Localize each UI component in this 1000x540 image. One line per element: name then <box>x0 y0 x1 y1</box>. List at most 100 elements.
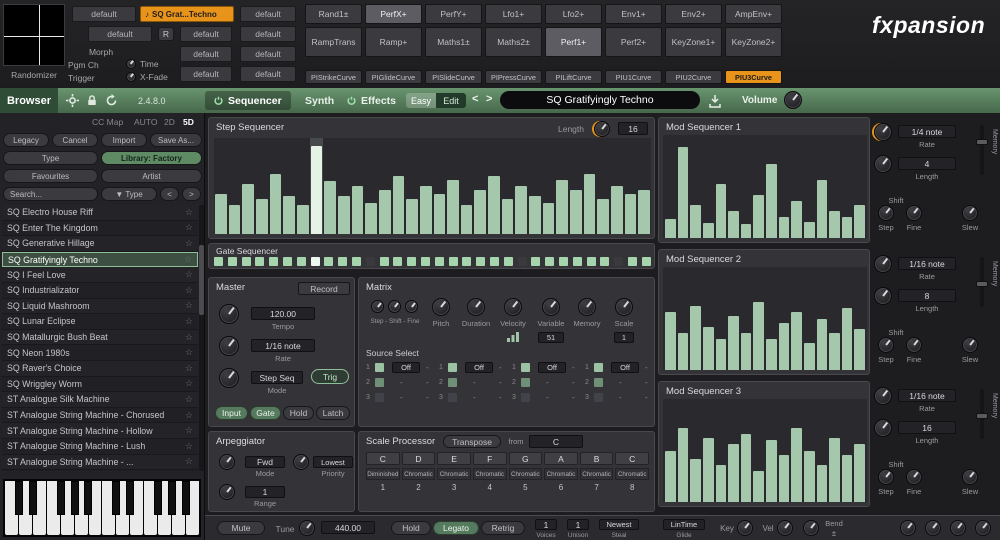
step-bar[interactable] <box>256 199 268 234</box>
favourite-star-icon[interactable]: ☆ <box>185 238 193 249</box>
mod-bar[interactable] <box>728 316 739 370</box>
gate-step[interactable] <box>628 257 637 266</box>
variable-value[interactable]: 51 <box>538 332 564 343</box>
favourites-tab[interactable]: Favourites <box>3 169 98 183</box>
step-knob[interactable] <box>878 469 894 485</box>
mod-bar[interactable] <box>753 195 764 238</box>
gate-step[interactable] <box>366 257 375 266</box>
mod-bar[interactable] <box>804 451 815 503</box>
mod-source-lfo2[interactable]: Lfo2+ <box>545 4 602 24</box>
slot-default-7[interactable]: default <box>240 26 296 42</box>
scale-note[interactable]: A <box>544 452 578 465</box>
scale-note[interactable]: B <box>580 452 614 465</box>
mod-bar[interactable] <box>678 333 689 370</box>
input-button[interactable]: Input <box>215 406 248 420</box>
unison-value[interactable]: 1 <box>567 519 589 530</box>
favourite-star-icon[interactable]: ☆ <box>185 269 193 280</box>
tempo-knob[interactable] <box>219 304 239 324</box>
gate-step[interactable] <box>242 257 251 266</box>
step-bar[interactable] <box>229 205 241 234</box>
mod-source-rand1[interactable]: Rand1± <box>305 4 362 24</box>
source-cell[interactable] <box>375 393 384 402</box>
gate-step[interactable] <box>311 257 320 266</box>
gate-step[interactable] <box>545 257 554 266</box>
piano-black-key[interactable] <box>57 481 65 515</box>
step-bar[interactable] <box>474 190 486 234</box>
step-bar[interactable] <box>584 174 596 234</box>
source-select-value[interactable]: Off <box>538 362 566 373</box>
preset-list-item[interactable]: ST Analogue String Machine - ...☆ <box>2 455 198 471</box>
preset-list-item[interactable]: SQ Enter The Kingdom☆ <box>2 221 198 237</box>
mod-source-env2[interactable]: Env2+ <box>665 4 722 24</box>
prev-page-button[interactable]: < <box>160 187 179 201</box>
key-knob[interactable] <box>737 520 753 536</box>
matrix-velocity-knob[interactable] <box>504 298 522 316</box>
memory-slider-thumb[interactable] <box>976 281 988 287</box>
step-bar[interactable] <box>297 205 309 234</box>
mode-2d-label[interactable]: 2D <box>164 117 175 127</box>
memory-slider-thumb[interactable] <box>976 139 988 145</box>
preset-list-item[interactable]: SQ Gratifyingly Techno☆ <box>2 252 198 268</box>
mod-bar[interactable] <box>678 428 689 502</box>
mod-source-perf2[interactable]: Perf2+ <box>605 27 662 57</box>
mod-bar[interactable] <box>779 217 790 238</box>
prev-preset-button[interactable]: < <box>472 93 478 105</box>
mod-bar[interactable] <box>791 312 802 370</box>
mod-bar[interactable] <box>804 343 815 370</box>
mod-bar[interactable] <box>842 308 853 370</box>
macro-knob-3[interactable] <box>950 520 966 536</box>
favourite-star-icon[interactable]: ☆ <box>185 347 193 358</box>
mod-bar[interactable] <box>741 333 752 370</box>
source-select-value[interactable]: Off <box>392 362 420 373</box>
source-cell[interactable] <box>521 378 530 387</box>
mod-bar[interactable] <box>829 333 840 370</box>
mod-bar[interactable] <box>703 327 714 370</box>
voices-value[interactable]: 1 <box>535 519 557 530</box>
source-cell[interactable] <box>448 363 457 372</box>
vel-knob[interactable] <box>777 520 793 536</box>
mod-bar[interactable] <box>728 444 739 502</box>
rate-knob[interactable] <box>219 336 239 356</box>
mod-bar[interactable] <box>703 438 714 502</box>
favourite-star-icon[interactable]: ☆ <box>185 378 193 389</box>
preset-list-item[interactable]: SQ Industrializator☆ <box>2 283 198 299</box>
source-cell[interactable] <box>448 378 457 387</box>
arp-mode-knob[interactable] <box>219 454 235 470</box>
step-bar[interactable] <box>379 190 391 234</box>
mod-source-ramptrans[interactable]: RampTrans <box>305 27 362 57</box>
save-preset-icon[interactable] <box>708 94 721 107</box>
mod-bar[interactable] <box>804 222 815 238</box>
step-bar[interactable] <box>338 196 350 234</box>
fine-knob[interactable] <box>906 205 922 221</box>
mod-bar[interactable] <box>817 180 828 238</box>
mod-source-keyzone1[interactable]: KeyZone1+ <box>665 27 722 57</box>
source-cell[interactable] <box>594 393 603 402</box>
step-bar[interactable] <box>461 205 473 234</box>
mod-bar[interactable] <box>753 471 764 502</box>
mod-bar[interactable] <box>791 201 802 238</box>
morph-time-knob[interactable] <box>126 59 136 69</box>
hold-mode-button[interactable]: Hold <box>391 521 431 535</box>
latch-button[interactable]: Latch <box>316 406 350 420</box>
mod-bar[interactable] <box>791 428 802 502</box>
step-knob[interactable] <box>878 337 894 353</box>
gate-step[interactable] <box>255 257 264 266</box>
slot-default-8[interactable]: default <box>240 46 296 62</box>
mod-source-pistrikecurve[interactable]: PIStrikeCurve <box>305 70 362 84</box>
mod-bar[interactable] <box>766 339 777 370</box>
gate-step-row[interactable] <box>214 257 651 266</box>
macro-knob-1[interactable] <box>900 520 916 536</box>
type-tab[interactable]: Type <box>3 151 98 165</box>
gate-step[interactable] <box>407 257 416 266</box>
source-cell[interactable] <box>521 393 530 402</box>
type-filter-dropdown[interactable]: ▼ Type <box>101 187 157 201</box>
step-bar[interactable] <box>215 194 227 234</box>
fine-knob[interactable] <box>906 469 922 485</box>
search-input[interactable]: Search... <box>3 187 98 201</box>
favourite-star-icon[interactable]: ☆ <box>185 410 193 421</box>
mod-source-ramp[interactable]: Ramp+ <box>365 27 422 57</box>
mod-bar[interactable] <box>753 302 764 370</box>
volume-knob[interactable] <box>784 91 802 109</box>
mode-knob[interactable] <box>219 368 239 388</box>
source-select-value[interactable]: Off <box>465 362 493 373</box>
